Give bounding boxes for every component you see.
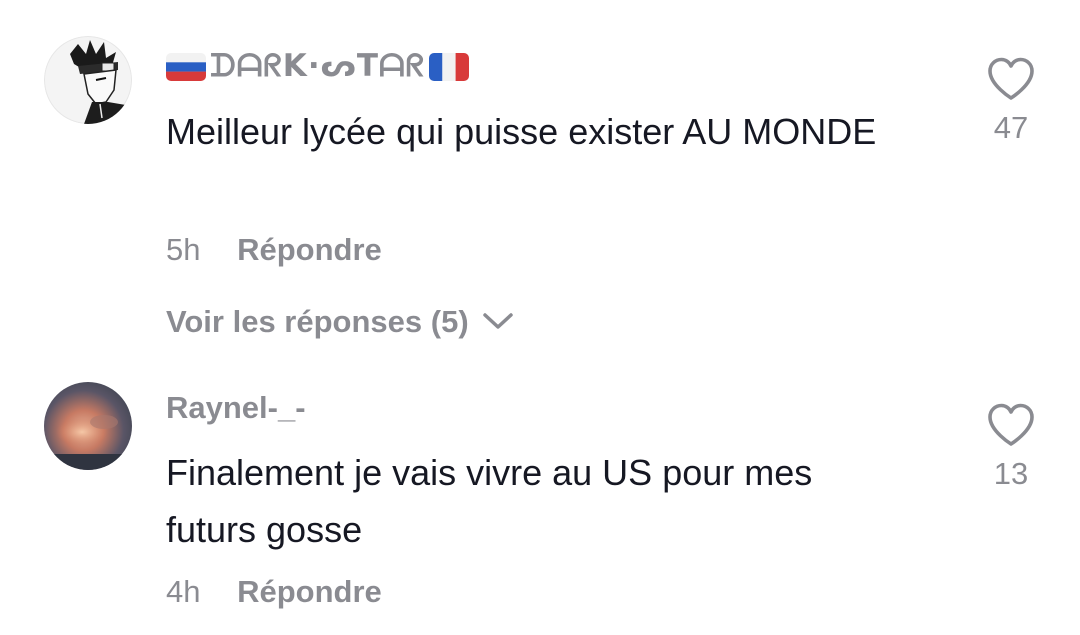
russia-flag-icon — [166, 52, 206, 81]
username-text: Raynel-_- — [166, 390, 306, 425]
view-replies-label: Voir les réponses (5) — [166, 304, 469, 339]
username[interactable]: ᗪᗩᖇK·ᔕTᗩᖇ — [166, 48, 470, 85]
like-count: 47 — [993, 110, 1029, 145]
like-count: 13 — [993, 456, 1029, 491]
heart-outline-icon[interactable] — [986, 402, 1036, 448]
sunset-cloud-avatar-icon — [44, 382, 132, 470]
manga-character-avatar-icon — [44, 36, 132, 124]
username[interactable]: Raynel-_- — [166, 390, 306, 426]
comment-meta: 5h Répondre — [166, 232, 382, 268]
comment-timestamp: 4h — [166, 574, 201, 609]
reply-button[interactable]: Répondre — [237, 232, 382, 267]
comment-text: Finalement je vais vivre au US pour mes … — [166, 452, 813, 550]
comment-text: Meilleur lycée qui puisse exister AU MON… — [166, 111, 877, 152]
comment-meta: 4h Répondre — [166, 574, 382, 610]
avatar[interactable] — [44, 382, 132, 470]
like-area: 47 — [984, 56, 1038, 146]
chevron-down-icon — [481, 304, 515, 340]
like-area: 13 — [984, 402, 1038, 492]
comment-timestamp: 5h — [166, 232, 201, 267]
username-text: ᗪᗩᖇK·ᔕTᗩᖇ — [210, 48, 426, 84]
comment-item: ᗪᗩᖇK·ᔕTᗩᖇ Meilleur lycée qui puisse exis… — [0, 0, 1080, 360]
france-flag-icon — [429, 52, 470, 81]
reply-button[interactable]: Répondre — [237, 574, 382, 609]
avatar[interactable] — [44, 36, 132, 124]
heart-outline-icon[interactable] — [986, 56, 1036, 102]
view-replies-button[interactable]: Voir les réponses (5) — [166, 304, 515, 340]
comment-item: Raynel-_- Finalement je vais vivre au US… — [0, 360, 1080, 635]
